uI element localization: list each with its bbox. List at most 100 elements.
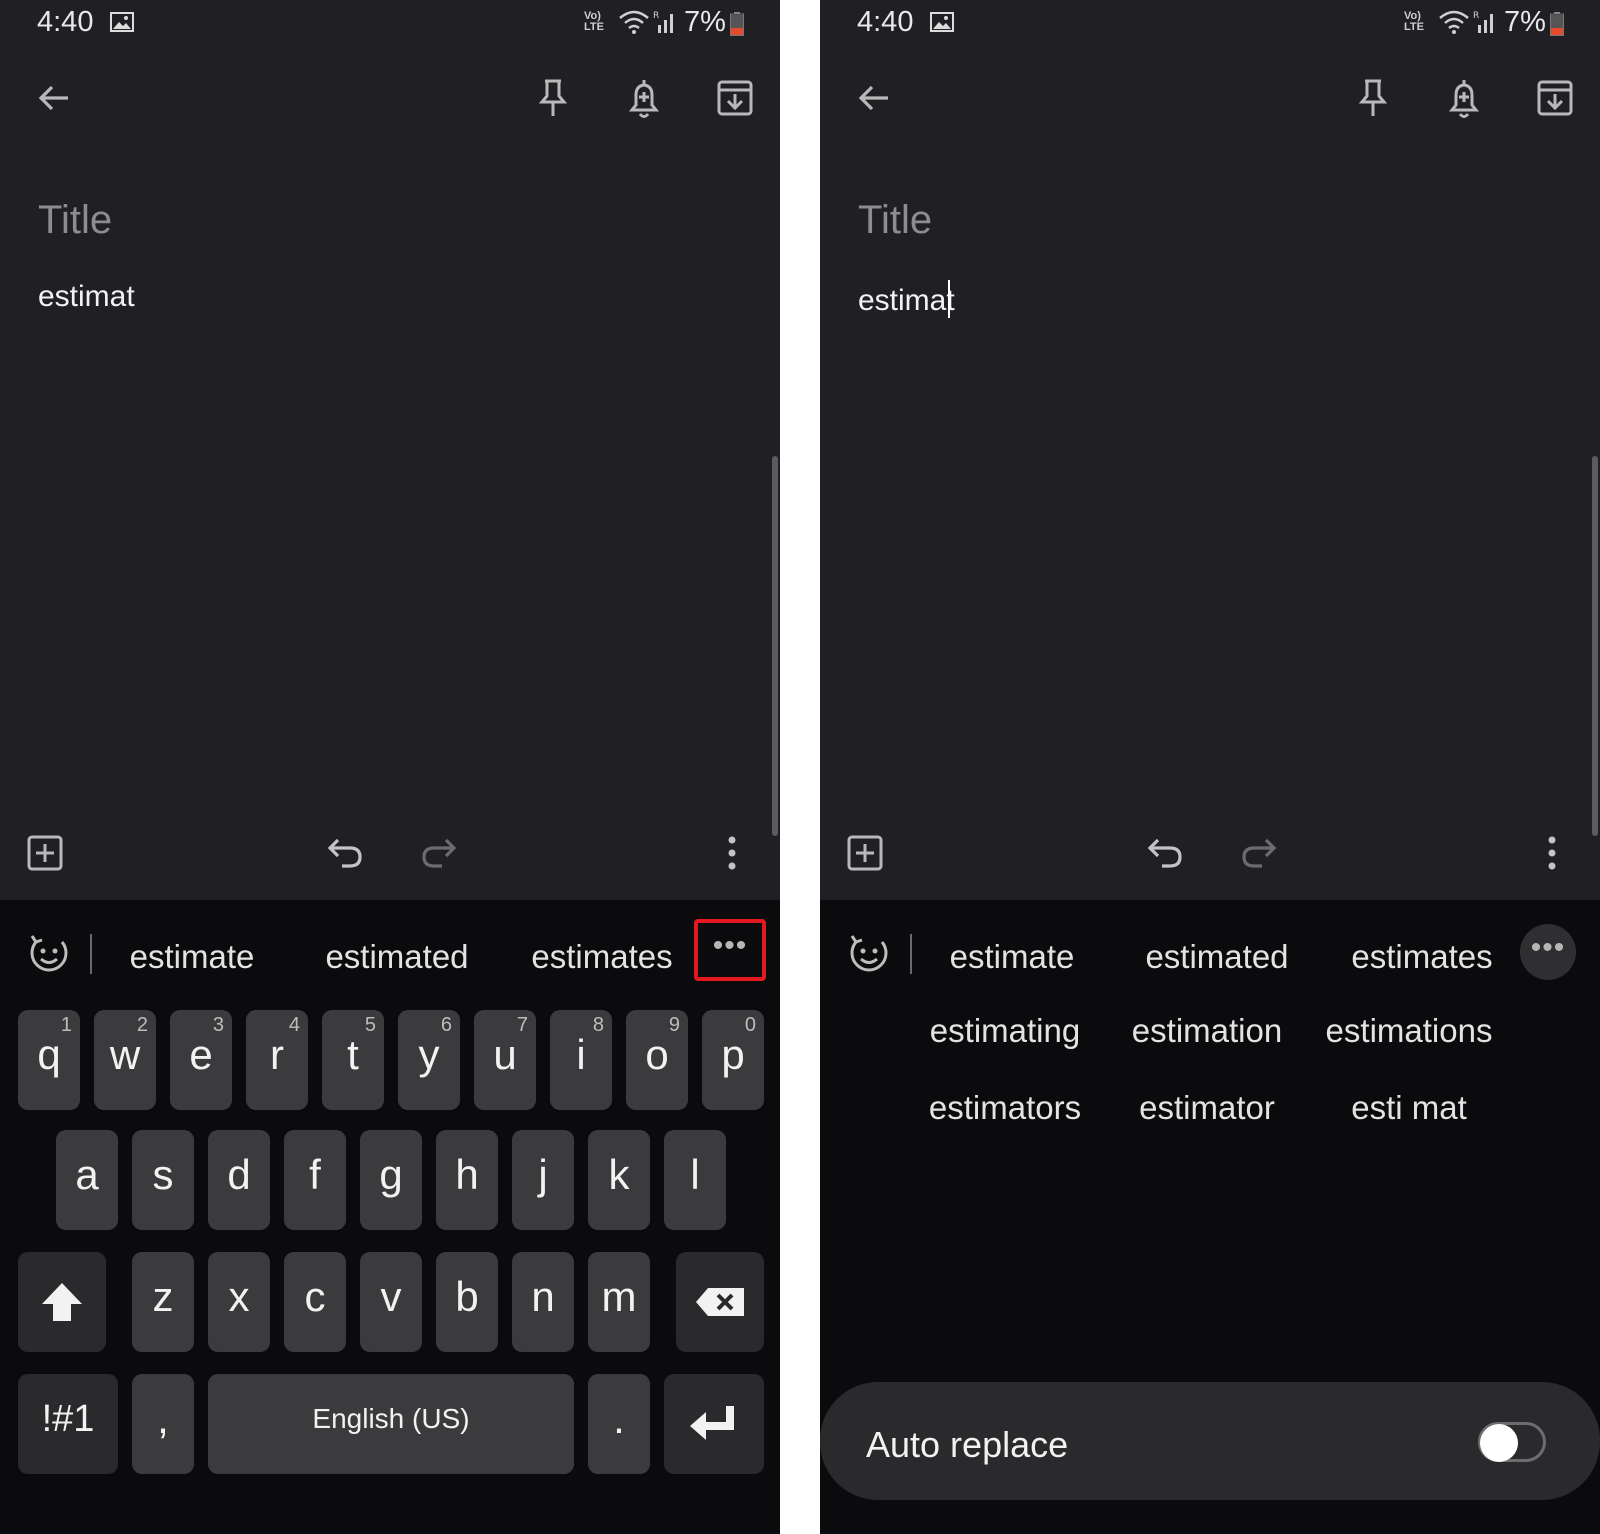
more-vert-icon[interactable] (726, 834, 738, 872)
svg-text:R: R (1473, 11, 1479, 21)
volte-indicator: Vo) LTE (584, 10, 604, 33)
battery-icon (1550, 12, 1564, 36)
battery-icon (730, 12, 744, 36)
wifi-icon (1439, 10, 1469, 34)
wifi-icon (619, 10, 649, 34)
key-j[interactable]: j (512, 1130, 574, 1230)
key-b[interactable]: b (436, 1252, 498, 1352)
archive-icon[interactable] (1536, 78, 1574, 118)
key-k[interactable]: k (588, 1130, 650, 1230)
back-arrow-icon[interactable] (856, 80, 892, 116)
pin-icon[interactable] (1356, 78, 1390, 118)
right-screen: 4:40 Vo) LTE R 7% Title estimat estimate … (820, 0, 1600, 1534)
archive-icon[interactable] (716, 78, 754, 118)
key-l[interactable]: l (664, 1130, 726, 1230)
keyboard: estimate estimated estimates ••• 1q 2w 3… (0, 900, 780, 1534)
redo-icon[interactable] (418, 834, 458, 870)
key-o[interactable]: 9o (626, 1010, 688, 1110)
note-editor: 4:40 Vo) LTE R 7% Title estimat (820, 0, 1600, 900)
back-arrow-icon[interactable] (36, 80, 72, 116)
suggestion-1[interactable]: estimate (912, 938, 1112, 976)
toggle-knob (1480, 1424, 1518, 1462)
ext-suggestion-2[interactable]: estimation (1102, 1012, 1312, 1050)
enter-key[interactable] (664, 1374, 764, 1474)
redo-icon[interactable] (1238, 834, 1278, 870)
pin-icon[interactable] (536, 78, 570, 118)
backspace-key[interactable] (676, 1252, 764, 1352)
key-g[interactable]: g (360, 1130, 422, 1230)
keyboard: estimate estimated estimates ••• estimat… (820, 900, 1600, 1534)
ext-suggestion-3[interactable]: estimations (1304, 1012, 1514, 1050)
ext-suggestion-1[interactable]: estimating (900, 1012, 1110, 1050)
symbols-key[interactable]: !#1 (18, 1374, 118, 1474)
key-u[interactable]: 7u (474, 1010, 536, 1110)
key-x[interactable]: x (208, 1252, 270, 1352)
key-r[interactable]: 4r (246, 1010, 308, 1110)
add-box-icon[interactable] (846, 834, 884, 872)
auto-replace-row[interactable]: Auto replace (820, 1382, 1600, 1500)
reminder-bell-icon[interactable] (626, 78, 662, 120)
key-c[interactable]: c (284, 1252, 346, 1352)
key-i[interactable]: 8i (550, 1010, 612, 1110)
shift-icon (42, 1283, 82, 1321)
image-icon (110, 12, 134, 32)
key-q[interactable]: 1q (18, 1010, 80, 1110)
space-key[interactable]: English (US) (208, 1374, 574, 1474)
more-vert-icon[interactable] (1546, 834, 1558, 872)
suggestion-bar: estimate estimated estimates ••• (0, 900, 780, 1000)
undo-icon[interactable] (326, 834, 366, 870)
suggestion-1[interactable]: estimate (92, 938, 292, 976)
svg-text:R: R (653, 11, 659, 21)
ext-suggestion-4[interactable]: estimators (900, 1089, 1110, 1127)
suggestion-2[interactable]: estimated (1117, 938, 1317, 976)
backspace-icon (696, 1288, 744, 1316)
note-editor: 4:40 Vo) LTE R 7% Title estimat (0, 0, 780, 900)
emoji-icon[interactable] (28, 932, 70, 974)
key-f[interactable]: f (284, 1130, 346, 1230)
suggestion-2[interactable]: estimated (297, 938, 497, 976)
more-dots-icon: ••• (712, 929, 748, 962)
more-suggestions-button[interactable]: ••• (694, 919, 766, 981)
key-m[interactable]: m (588, 1252, 650, 1352)
suggestion-3[interactable]: estimates (1322, 938, 1522, 976)
key-w[interactable]: 2w (94, 1010, 156, 1110)
note-body-text[interactable]: estimat (38, 280, 135, 314)
key-v[interactable]: v (360, 1252, 422, 1352)
more-dots-icon: ••• (1530, 931, 1566, 964)
emoji-icon[interactable] (848, 932, 890, 974)
key-e[interactable]: 3e (170, 1010, 232, 1110)
signal-icon: R (653, 11, 673, 33)
key-z[interactable]: z (132, 1252, 194, 1352)
ext-suggestion-5[interactable]: estimator (1102, 1089, 1312, 1127)
suggestion-3[interactable]: estimates (502, 938, 702, 976)
scrollbar[interactable] (1592, 456, 1598, 836)
key-d[interactable]: d (208, 1130, 270, 1230)
title-placeholder[interactable]: Title (38, 198, 112, 243)
auto-replace-toggle[interactable] (1478, 1422, 1546, 1462)
key-a[interactable]: a (56, 1130, 118, 1230)
auto-replace-label: Auto replace (866, 1424, 1069, 1465)
add-box-icon[interactable] (26, 834, 64, 872)
key-s[interactable]: s (132, 1130, 194, 1230)
status-bar: 4:40 Vo) LTE R 7% (0, 0, 780, 50)
battery-percent: 7% (1504, 6, 1546, 38)
title-placeholder[interactable]: Title (858, 198, 932, 243)
key-p[interactable]: 0p (702, 1010, 764, 1110)
status-time: 4:40 (857, 6, 914, 38)
key-h[interactable]: h (436, 1130, 498, 1230)
status-bar: 4:40 Vo) LTE R 7% (820, 0, 1600, 50)
key-n[interactable]: n (512, 1252, 574, 1352)
comma-key[interactable]: , (132, 1374, 194, 1474)
key-y[interactable]: 6y (398, 1010, 460, 1110)
undo-icon[interactable] (1146, 834, 1186, 870)
scrollbar[interactable] (772, 456, 778, 836)
key-t[interactable]: 5t (322, 1010, 384, 1110)
suggestion-bar: estimate estimated estimates ••• (820, 900, 1600, 1000)
note-body-text[interactable]: estimat (858, 280, 955, 318)
period-key[interactable]: . (588, 1374, 650, 1474)
more-suggestions-button[interactable]: ••• (1520, 924, 1576, 980)
left-screen: 4:40 Vo) LTE R 7% Title estimat estimate … (0, 0, 780, 1534)
ext-suggestion-6[interactable]: esti mat (1304, 1089, 1514, 1127)
reminder-bell-icon[interactable] (1446, 78, 1482, 120)
shift-key[interactable] (18, 1252, 106, 1352)
